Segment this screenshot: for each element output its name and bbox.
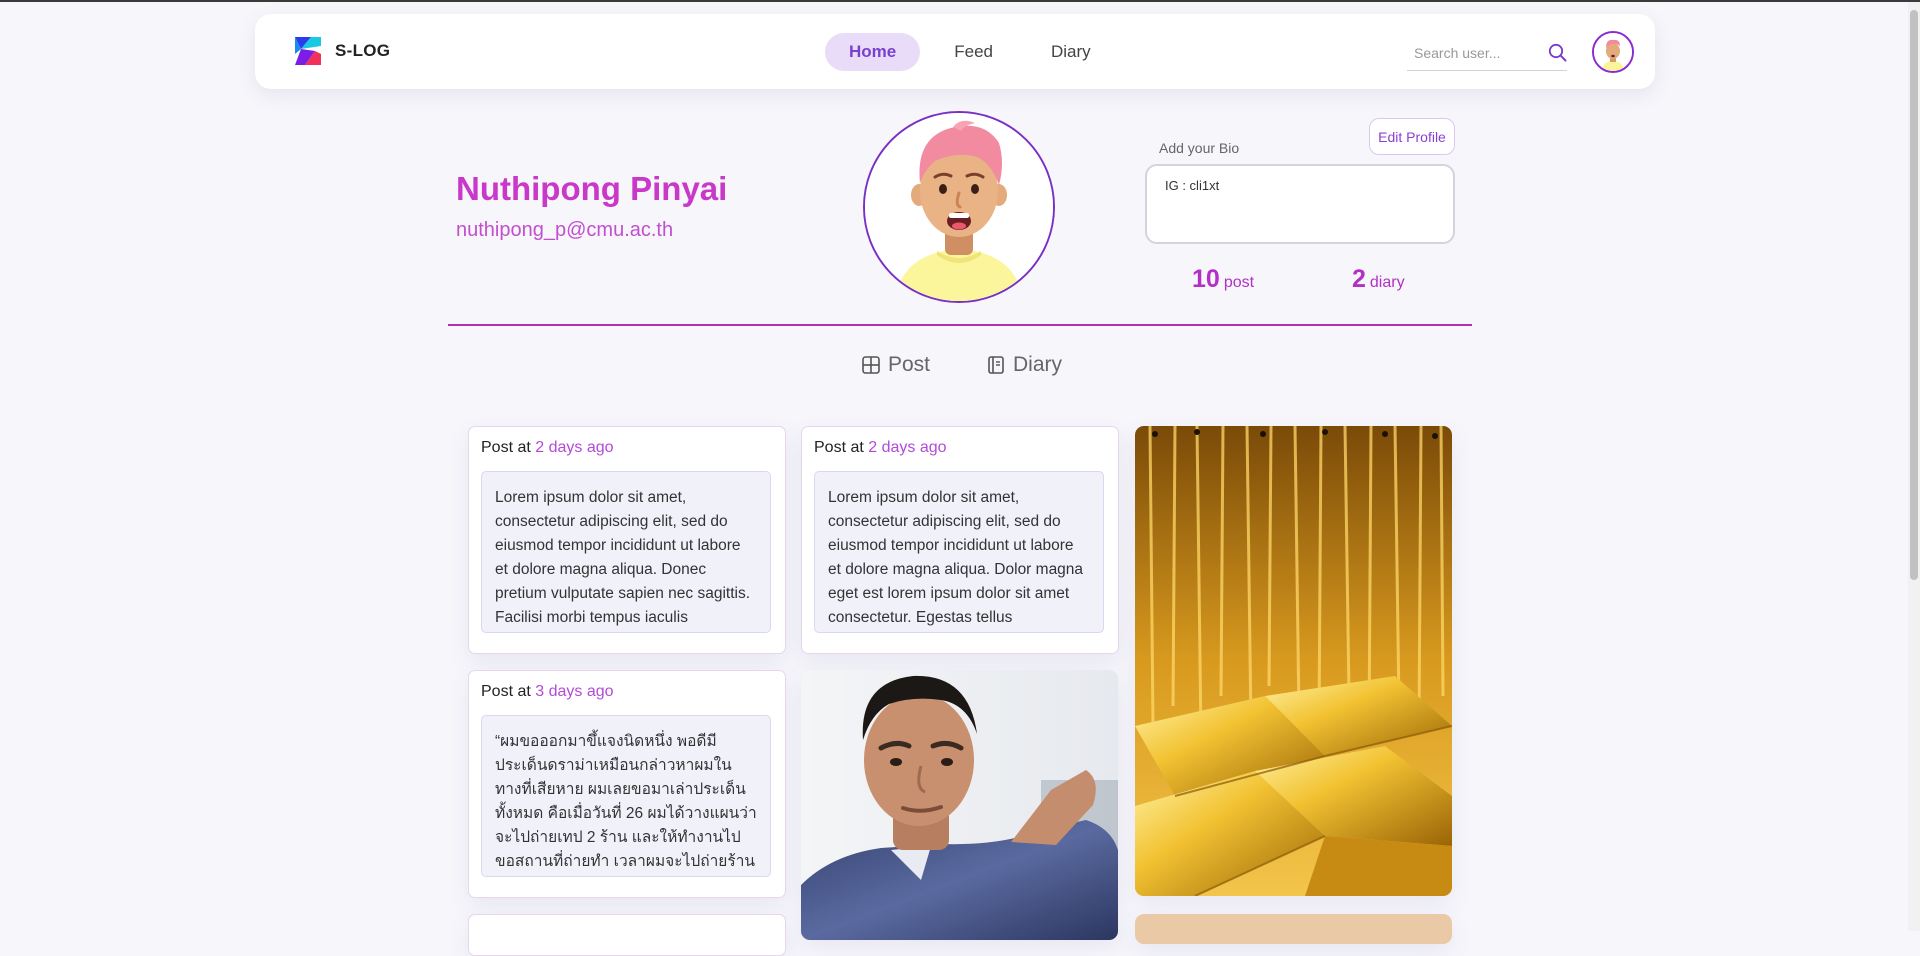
post-card[interactable]: [468, 914, 786, 956]
post-prefix: Post at: [481, 683, 531, 700]
post-count: 10: [1192, 265, 1220, 293]
navbar: S-LOG Home Feed Diary: [255, 14, 1655, 89]
user-search: [1407, 36, 1567, 71]
edit-profile-button[interactable]: Edit Profile: [1369, 118, 1455, 155]
gold-photo-image: [1135, 426, 1452, 896]
post-card[interactable]: Post at 3 days ago “ผมขอออกมาขึ้แจงนิดหน…: [468, 670, 786, 898]
nav-home[interactable]: Home: [825, 33, 921, 71]
post-count-label: post: [1223, 274, 1255, 291]
post-card[interactable]: Post at 2 days ago Lorem ipsum dolor sit…: [468, 426, 786, 654]
tab-diary-label: Diary: [1013, 353, 1063, 376]
diary-count: 2: [1352, 265, 1366, 293]
tab-diary[interactable]: Diary: [986, 350, 1062, 380]
profile-email: nuthipong_p@cmu.ac.th: [456, 219, 674, 241]
scrollbar-thumb[interactable]: [1910, 10, 1918, 580]
photo-post-gold[interactable]: [1135, 426, 1452, 896]
window-top-border: [0, 0, 1920, 2]
photo-post-portrait[interactable]: [801, 670, 1118, 940]
tab-post[interactable]: Post: [861, 350, 930, 380]
post-text: Lorem ipsum dolor sit amet, consectetur …: [481, 471, 771, 633]
post-count-stat: 10 post: [1192, 265, 1254, 294]
profile-name: Nuthipong Pinyai: [456, 170, 728, 207]
profile-avatar: [863, 111, 1055, 303]
search-icon[interactable]: [1547, 42, 1569, 64]
main-nav: Home Feed Diary: [825, 33, 1115, 71]
post-text: “ผมขอออกมาขึ้แจงนิดหนึ่ง พอดีมีประเด็นดร…: [481, 715, 771, 877]
user-avatar-button[interactable]: [1592, 31, 1634, 73]
post-card[interactable]: Post at 2 days ago Lorem ipsum dolor sit…: [801, 426, 1119, 654]
post-header: Post at 3 days ago: [481, 683, 614, 701]
nav-diary[interactable]: Diary: [1027, 33, 1115, 71]
post-prefix: Post at: [481, 439, 531, 456]
notebook-icon: [988, 356, 1004, 374]
diary-count-label: diary: [1369, 274, 1405, 291]
photo-post-partial[interactable]: [1135, 914, 1452, 944]
diary-count-stat: 2 diary: [1352, 265, 1405, 294]
bio-label: Add your Bio: [1159, 140, 1240, 156]
post-time: 3 days ago: [535, 683, 614, 700]
search-user-input[interactable]: [1412, 40, 1536, 66]
bio-textarea[interactable]: IG : cli1xt: [1145, 164, 1455, 244]
post-text: Lorem ipsum dolor sit amet, consectetur …: [814, 471, 1104, 633]
s-log-logo-icon[interactable]: [291, 34, 325, 68]
post-header: Post at 2 days ago: [814, 439, 947, 457]
portrait-photo-image: [801, 670, 1118, 940]
post-prefix: Post at: [814, 439, 864, 456]
profile-avatar-illustration-icon: [865, 113, 1053, 301]
grid-icon: [862, 356, 880, 374]
post-header: Post at 2 days ago: [481, 439, 614, 457]
post-time: 2 days ago: [535, 439, 614, 456]
avatar-illustration-icon: [1594, 33, 1632, 71]
post-time: 2 days ago: [868, 439, 947, 456]
brand-name: S-LOG: [335, 41, 391, 60]
page-scrollbar[interactable]: [1908, 2, 1920, 931]
tab-post-label: Post: [888, 353, 931, 376]
nav-feed[interactable]: Feed: [930, 33, 1017, 71]
profile-divider: [448, 324, 1472, 326]
